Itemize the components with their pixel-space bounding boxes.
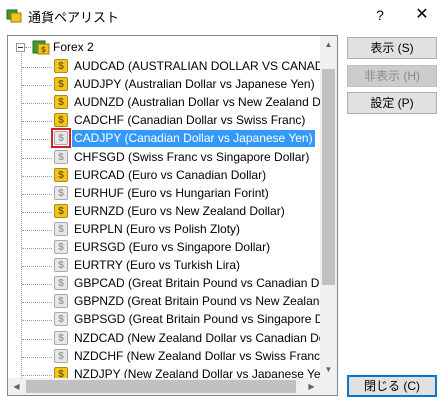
tree-item-label: AUDNZD (Australian Dollar vs New Zealand… — [74, 95, 320, 110]
tree-item-label: EURNZD (Euro vs New Zealand Dollar) — [74, 203, 285, 218]
scroll-down-arrow-icon[interactable]: ▼ — [320, 361, 337, 378]
tree-item[interactable]: $ NZDCHF (New Zealand Dollar vs Swiss Fra… — [8, 348, 320, 366]
dollar-coin-icon: $ — [54, 366, 68, 378]
dollar-coin-disabled-icon: $ — [54, 240, 68, 254]
symbol-tree[interactable]: $ Forex 2 $ AUDCAD (AUSTRALIAN DOLLAR VS … — [7, 35, 338, 396]
settings-button[interactable]: 設定 (P) — [347, 92, 437, 114]
tree-item-label: AUDJPY (Australian Dollar vs Japanese Ye… — [74, 77, 315, 92]
tree-item[interactable]: $ GBPSGD (Great Britain Pound vs Singapor… — [8, 311, 320, 329]
dollar-coin-disabled-icon: $ — [54, 276, 68, 291]
tree-item[interactable]: $ AUDNZD (Australian Dollar vs New Zealan… — [8, 94, 320, 112]
tree-guide-line — [22, 266, 52, 268]
scroll-right-arrow-icon[interactable]: ▶ — [303, 378, 320, 395]
dollar-coin-disabled-icon: $ — [54, 185, 68, 200]
dollar-coin-disabled-icon: $ — [54, 348, 68, 363]
tree-item[interactable]: $ EURPLN (Euro vs Polish Zloty) — [8, 221, 320, 239]
tree-root-label[interactable]: Forex 2 — [53, 40, 94, 54]
tree-item[interactable]: $ EURTRY (Euro vs Turkish Lira) — [8, 257, 320, 275]
tree-item-label: EURPLN (Euro vs Polish Zloty) — [74, 221, 241, 236]
hide-button[interactable]: 非表示 (H) — [347, 65, 437, 87]
tree-item[interactable]: $ GBPCAD (Great Britain Pound vs Canadian… — [8, 275, 320, 293]
tree-item-label: NZDJPY (New Zealand Dollar vs Japanese Y… — [74, 366, 320, 378]
title-bar: 通貨ペアリスト ? ✕ — [0, 0, 444, 30]
close-window-button[interactable]: ✕ — [412, 5, 432, 25]
tree-item[interactable]: $ NZDJPY (New Zealand Dollar vs Japanese … — [8, 366, 320, 378]
tree-item[interactable]: $ CHFSGD (Swiss Franc vs Singapore Dollar… — [8, 149, 320, 167]
tree-item-label: CHFSGD (Swiss Franc vs Singapore Dollar) — [74, 149, 310, 164]
tree-item[interactable]: $ EURSGD (Euro vs Singapore Dollar) — [8, 239, 320, 257]
tree-guide-line — [22, 374, 52, 376]
horizontal-scroll-thumb[interactable] — [26, 380, 296, 393]
tree-guide-line — [22, 157, 52, 159]
tree-guide-line — [22, 139, 52, 141]
dollar-coin-disabled-icon: $ — [54, 221, 68, 236]
tree-item[interactable]: $ AUDJPY (Australian Dollar vs Japanese Y… — [8, 76, 320, 94]
dollar-coin-icon: $ — [54, 95, 68, 110]
tree-guide-line — [22, 193, 52, 195]
tree-item-label: GBPSGD (Great Britain Pound vs Singapore… — [74, 312, 320, 327]
show-button[interactable]: 表示 (S) — [347, 37, 437, 59]
dollar-coin-icon: $ — [54, 77, 68, 92]
tree-guide-line — [22, 85, 52, 87]
dollar-coin-icon: $ — [54, 59, 68, 73]
window-title: 通貨ペアリスト — [28, 10, 120, 25]
tree-item[interactable]: $ EURHUF (Euro vs Hungarian Forint) — [8, 185, 320, 203]
currency-pairs-icon — [6, 9, 22, 23]
tree-guide-line — [22, 302, 52, 304]
vertical-scroll-thumb[interactable] — [322, 69, 335, 285]
tree-item-label: EURSGD (Euro vs Singapore Dollar) — [74, 240, 271, 254]
svg-text:$: $ — [41, 45, 47, 54]
tree-item-label: GBPNZD (Great Britain Pound vs New Zeala… — [74, 294, 320, 309]
dollar-coin-disabled-icon: $ — [54, 330, 68, 345]
horizontal-scrollbar[interactable]: ◀ ▶ — [8, 378, 320, 395]
help-button[interactable]: ? — [370, 5, 390, 25]
tree-guide-line — [22, 248, 52, 249]
tree-guide-line — [25, 47, 31, 48]
scrollbar-corner — [320, 378, 337, 395]
tree-item-label: EURCAD (Euro vs Canadian Dollar) — [74, 167, 267, 182]
tree-item[interactable]: $ EURCAD (Euro vs Canadian Dollar) — [8, 167, 320, 185]
tree-item-label: NZDCAD (New Zealand Dollar vs Canadian D… — [74, 330, 320, 345]
dollar-coin-icon: $ — [54, 203, 68, 218]
forex-folder-icon: $ — [32, 40, 50, 55]
tree-item-label: NZDCHF (New Zealand Dollar vs Swiss Fran… — [74, 348, 320, 363]
tree-item-label: CADCHF (Canadian Dollar vs Swiss Franc) — [74, 113, 306, 128]
tree-guide-line — [22, 338, 52, 340]
tree-item[interactable]: $ CADJPY (Canadian Dollar vs Japanese Yen… — [8, 128, 320, 149]
tree-item[interactable]: $ NZDCAD (New Zealand Dollar vs Canadian … — [8, 330, 320, 348]
vertical-scrollbar[interactable]: ▲ ▼ — [320, 36, 337, 378]
tree-item[interactable]: $ AUDCAD (AUSTRALIAN DOLLAR VS CANADIAN D… — [8, 58, 320, 76]
tree-guide-line — [22, 320, 52, 322]
dollar-coin-disabled-icon: $ — [54, 294, 68, 309]
tree-guide-line — [22, 103, 52, 105]
tree-content: $ Forex 2 $ AUDCAD (AUSTRALIAN DOLLAR VS … — [8, 36, 320, 378]
tree-item-label: EURHUF (Euro vs Hungarian Forint) — [74, 185, 269, 200]
tree-item-label: CADJPY (Canadian Dollar vs Japanese Yen) — [72, 130, 315, 148]
dollar-coin-icon: $ — [54, 113, 68, 128]
tree-item[interactable]: $ EURNZD (Euro vs New Zealand Dollar) — [8, 203, 320, 221]
tree-item-label: GBPCAD (Great Britain Pound vs Canadian … — [74, 276, 320, 291]
tree-guide-line — [22, 356, 52, 358]
tree-guide-line — [22, 121, 52, 123]
dollar-coin-icon: $ — [54, 167, 68, 182]
tree-guide-line — [22, 284, 52, 286]
close-button[interactable]: 閉じる (C) — [347, 375, 437, 397]
tree-guide-line — [22, 67, 52, 68]
tree-guide-line — [22, 229, 52, 231]
tree-item[interactable]: $ GBPNZD (Great Britain Pound vs New Zeal… — [8, 293, 320, 311]
dollar-coin-disabled-icon: $ — [54, 258, 68, 273]
scroll-left-arrow-icon[interactable]: ◀ — [8, 378, 25, 395]
dollar-coin-disabled-icon: $ — [54, 149, 68, 164]
highlight-box — [51, 128, 71, 149]
collapse-toggle[interactable] — [16, 43, 25, 52]
tree-item-label: AUDCAD (AUSTRALIAN DOLLAR VS CANADIAN DO… — [74, 59, 320, 73]
dollar-coin-disabled-icon: $ — [54, 312, 68, 327]
scroll-up-arrow-icon[interactable]: ▲ — [320, 36, 337, 53]
tree-guide-line — [22, 211, 52, 213]
tree-item-label: EURTRY (Euro vs Turkish Lira) — [74, 258, 241, 273]
tree-guide-line — [22, 175, 52, 177]
